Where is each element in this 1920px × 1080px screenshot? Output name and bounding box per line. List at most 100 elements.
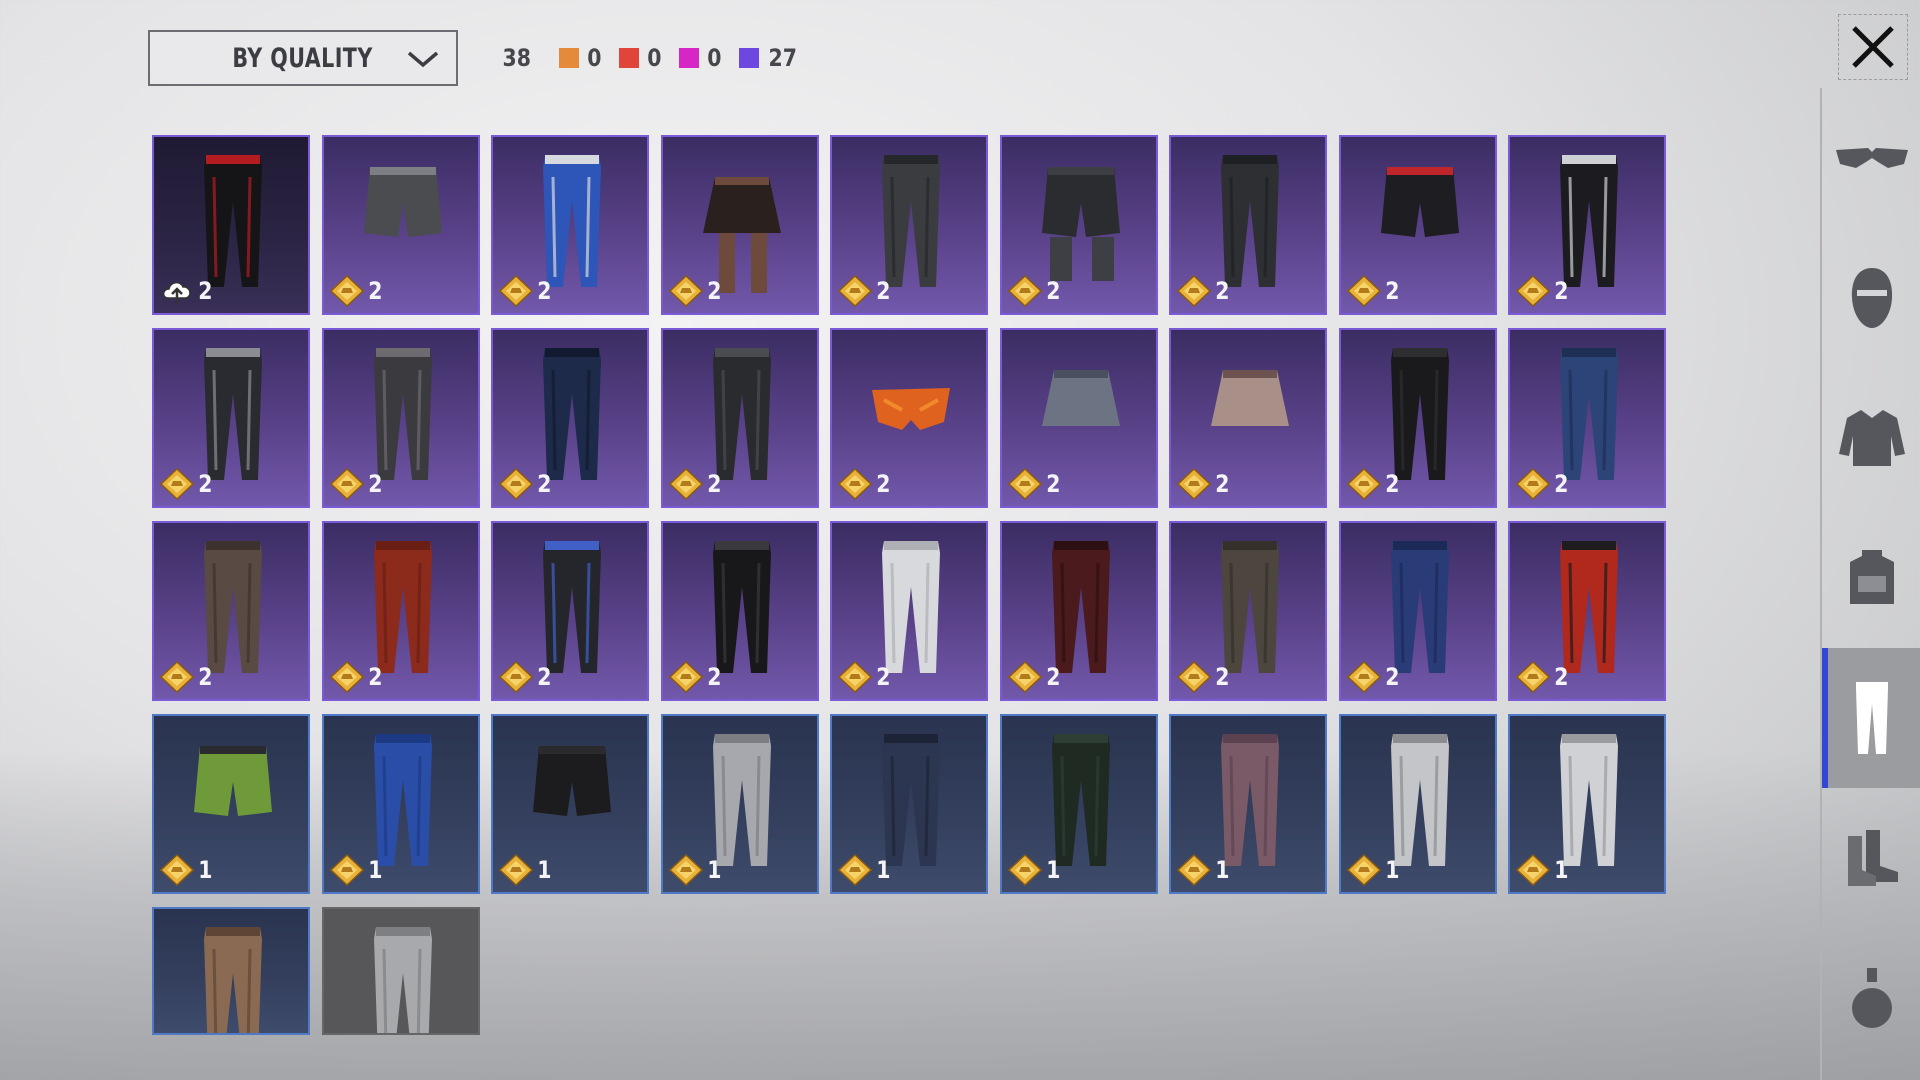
inventory-item-pants[interactable]: 1 [321,714,480,894]
inventory-item-skirt[interactable]: 2 [999,328,1158,508]
inventory-item-pants[interactable]: 2 [152,521,310,701]
item-quantity-badge: 2 [838,661,892,693]
item-quantity-badge: 2 [668,275,723,307]
inventory-item-pants[interactable] [152,907,310,1035]
category-tab-top[interactable] [1822,368,1920,508]
item-quantity: 2 [876,470,891,498]
category-tab-emote[interactable] [1822,928,1920,1068]
inventory-item-pants[interactable] [321,907,480,1035]
coin-icon [668,275,703,307]
inventory-item-pants[interactable]: 2 [1169,135,1327,315]
inventory-item-pants[interactable]: 2 [152,328,310,508]
inventory-item-shorts[interactable]: 1 [152,714,310,894]
category-tab-mask[interactable] [1822,228,1920,368]
inventory-item-pants[interactable]: 1 [660,714,819,894]
item-quantity-badge: 2 [1346,661,1401,693]
item-quantity: 1 [1554,856,1569,884]
inventory-item-pants[interactable]: 1 [1338,714,1497,894]
item-quantity-badge: 2 [1177,275,1231,307]
coin-icon [1177,661,1211,693]
item-quantity: 2 [1045,663,1060,691]
coin-icon [1177,275,1211,307]
coin-icon [499,275,533,307]
rarity-swatch [559,48,580,68]
inventory-item-pants[interactable]: 2 [1338,521,1497,701]
inventory-item-pants[interactable]: 1 [830,714,988,894]
item-quantity: 2 [876,277,891,305]
item-quantity-badge: 2 [1007,275,1062,307]
coin-icon [1516,468,1550,500]
inventory-item-pants[interactable]: 1 [1508,714,1666,894]
inventory-item-pants[interactable]: 2 [660,328,819,508]
coin-icon [1007,854,1042,886]
coin-icon [668,661,703,693]
inventory-item-pants[interactable]: 2 [491,135,649,315]
rarity-count-value: 0 [707,44,722,72]
close-icon [1852,26,1894,68]
inventory-item-pants[interactable]: 2 [999,521,1158,701]
inventory-item-shorts[interactable]: 1 [491,714,649,894]
inventory-item-skirt[interactable]: 2 [1169,328,1327,508]
item-quantity-badge: 1 [1516,854,1570,886]
inventory-item-pants[interactable]: 2 [1508,521,1666,701]
inventory-item-shorts[interactable]: 2 [321,135,480,315]
coin-icon [1007,275,1042,307]
item-image [373,927,432,1033]
item-quantity-badge: 2 [1177,661,1231,693]
item-quantity-badge: 2 [838,275,892,307]
rarity-count-pink: 0 [678,44,723,72]
category-tab-backpack[interactable] [1822,508,1920,648]
item-quantity-badge: 1 [838,854,892,886]
item-quantity: 2 [706,470,721,498]
category-tab-pants[interactable] [1822,648,1920,788]
rarity-swatch [678,48,699,68]
inventory-item-pants[interactable]: 2 [491,328,649,508]
category-tab-shoes[interactable] [1822,788,1920,928]
coin-icon [838,275,872,307]
item-quantity: 1 [876,856,891,884]
item-quantity-badge: 2 [1007,468,1062,500]
item-quantity-badge: 2 [160,275,214,307]
coin-icon [329,854,364,886]
inventory-item-pants[interactable]: 2 [321,521,480,701]
inventory-item-briefs[interactable]: 2 [830,328,988,508]
coin-icon [838,661,872,693]
inventory-item-pants[interactable]: 2 [1338,328,1497,508]
category-tab-glasses[interactable] [1822,88,1920,228]
item-quantity-badge: 2 [1516,661,1570,693]
sort-dropdown[interactable]: BY QUALITY [148,30,458,86]
inventory-item-pants[interactable]: 2 [1508,328,1666,508]
inventory-item-pants[interactable]: 1 [999,714,1158,894]
coin-icon [499,854,533,886]
inventory-item-pants[interactable]: 2 [321,328,480,508]
inventory-item-pants[interactable]: 2 [1508,135,1666,315]
item-quantity-badge: 1 [1346,854,1401,886]
item-quantity: 2 [367,470,382,498]
coin-icon [329,275,364,307]
item-quantity: 1 [198,856,213,884]
inventory-item-shorts[interactable]: 2 [1338,135,1497,315]
inventory-item-pants[interactable]: 2 [660,521,819,701]
coin-icon [329,468,364,500]
coin-icon [1007,468,1042,500]
inventory-item-pants[interactable]: 2 [152,135,310,315]
item-quantity-badge: 2 [1007,661,1062,693]
rarity-count-value: 27 [768,44,797,72]
item-quantity-badge: 2 [329,275,384,307]
coin-icon [1346,275,1381,307]
item-quantity: 2 [367,277,382,305]
inventory-item-skirt-stockings[interactable]: 2 [660,135,819,315]
coin-icon [838,468,872,500]
item-quantity: 1 [537,856,552,884]
inventory-item-pants[interactable]: 2 [1169,521,1327,701]
inventory-item-pants[interactable]: 2 [491,521,649,701]
inventory-item-pants[interactable]: 2 [830,521,988,701]
boots-icon [1848,830,1898,886]
inventory-item-pants[interactable]: 2 [830,135,988,315]
close-button[interactable] [1838,14,1908,80]
inventory-item-shorts-boots[interactable]: 2 [999,135,1158,315]
inventory-item-pants[interactable]: 1 [1169,714,1327,894]
coin-icon [1007,661,1042,693]
item-quantity-badge: 2 [1346,468,1401,500]
item-quantity-badge: 2 [499,468,553,500]
